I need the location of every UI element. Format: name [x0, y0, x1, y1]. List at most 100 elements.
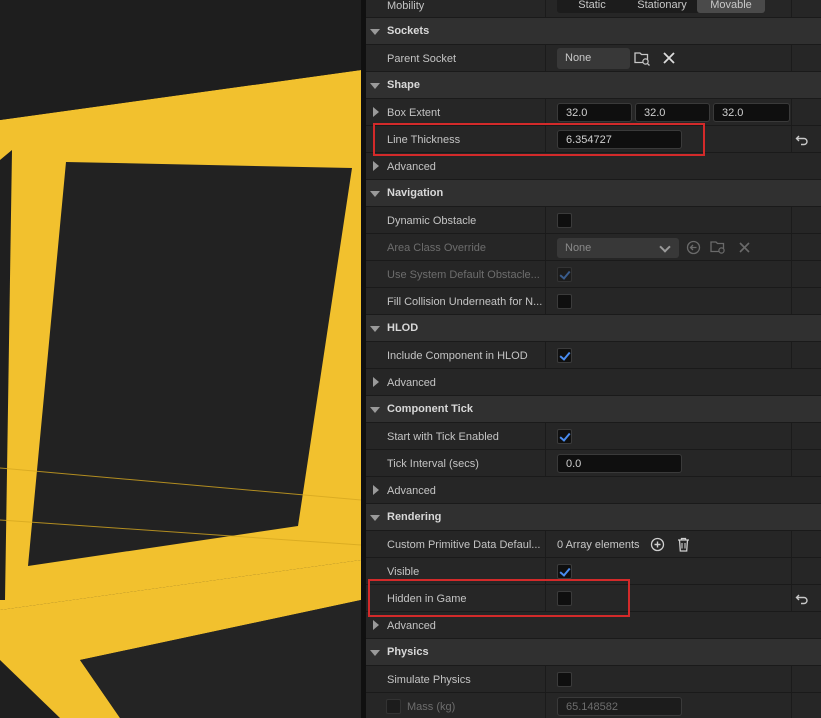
box-extent-z-input[interactable]: 32.0 — [713, 103, 790, 122]
area-class-dropdown[interactable]: None — [557, 238, 679, 258]
category-physics[interactable]: Physics — [366, 639, 821, 666]
collapse-arrow-icon — [370, 29, 380, 35]
category-component-tick[interactable]: Component Tick — [366, 396, 821, 423]
tick-interval-row: Tick Interval (secs) 0.0 — [366, 450, 821, 477]
mobility-static[interactable]: Static — [557, 0, 627, 13]
parent-socket-label: Parent Socket — [387, 53, 457, 65]
category-navigation[interactable]: Navigation — [366, 180, 821, 207]
viewport-scene — [0, 0, 361, 718]
area-class-value: None — [565, 242, 592, 254]
advanced-label: Advanced — [387, 620, 436, 632]
area-class-row: Area Class Override None — [366, 234, 821, 261]
details-panel: Mobility Static Stationary Movable Socke… — [366, 0, 821, 718]
category-rendering[interactable]: Rendering — [366, 504, 821, 531]
line-thickness-row: Line Thickness 6.354727 — [366, 126, 821, 153]
category-title: Sockets — [387, 25, 430, 37]
use-selected-icon[interactable] — [686, 240, 701, 255]
mobility-label: Mobility — [387, 0, 425, 12]
start-tick-checkbox[interactable] — [557, 429, 572, 444]
include-hlod-label: Include Component in HLOD — [387, 350, 528, 362]
collapse-arrow-icon — [370, 515, 380, 521]
start-tick-label: Start with Tick Enabled — [387, 431, 499, 443]
browse-folder-icon[interactable] — [710, 240, 727, 255]
dynamic-obstacle-checkbox[interactable] — [557, 213, 572, 228]
area-class-label: Area Class Override — [387, 242, 487, 254]
include-hlod-checkbox[interactable] — [557, 348, 572, 363]
collapse-arrow-icon — [370, 326, 380, 332]
browse-folder-icon[interactable] — [634, 51, 651, 66]
dynamic-obstacle-row: Dynamic Obstacle — [366, 207, 821, 234]
hidden-in-game-row: Hidden in Game — [366, 585, 821, 612]
category-title: HLOD — [387, 322, 419, 334]
mobility-toggle: Static Stationary Movable — [557, 0, 765, 13]
mobility-row: Mobility Static Stationary Movable — [366, 0, 821, 18]
category-hlod[interactable]: HLOD — [366, 315, 821, 342]
advanced-label: Advanced — [387, 161, 436, 173]
category-title: Navigation — [387, 187, 444, 199]
use-system-default-checkbox[interactable] — [557, 267, 572, 282]
hlod-advanced-row[interactable]: Advanced — [366, 369, 821, 396]
fill-collision-row: Fill Collision Underneath for N... — [366, 288, 821, 315]
collapse-arrow-icon — [370, 191, 380, 197]
mass-override-checkbox[interactable] — [386, 699, 401, 714]
category-title: Physics — [387, 646, 429, 658]
fill-collision-label: Fill Collision Underneath for N... — [387, 296, 543, 308]
category-title: Component Tick — [387, 403, 473, 415]
collapse-arrow-icon — [370, 83, 380, 89]
fill-collision-checkbox[interactable] — [557, 294, 572, 309]
tick-interval-label: Tick Interval (secs) — [387, 458, 479, 470]
expand-arrow-icon[interactable] — [373, 485, 379, 495]
tick-interval-input[interactable]: 0.0 — [557, 454, 682, 473]
mobility-movable[interactable]: Movable — [697, 0, 765, 13]
level-viewport[interactable] — [0, 0, 361, 718]
collapse-arrow-icon — [370, 650, 380, 656]
visible-label: Visible — [387, 566, 420, 578]
box-extent-row: Box Extent 32.0 32.0 32.0 — [366, 99, 821, 126]
visible-row: Visible — [366, 558, 821, 585]
clear-x-icon[interactable] — [663, 52, 675, 64]
visible-checkbox[interactable] — [557, 564, 572, 579]
simulate-physics-label: Simulate Physics — [387, 674, 471, 686]
parent-socket-field[interactable]: None — [557, 48, 630, 69]
category-title: Rendering — [387, 511, 442, 523]
hidden-in-game-checkbox[interactable] — [557, 591, 572, 606]
line-thickness-label: Line Thickness — [387, 134, 461, 146]
rendering-advanced-row[interactable]: Advanced — [366, 612, 821, 639]
category-sockets[interactable]: Sockets — [366, 18, 821, 45]
trash-icon[interactable] — [677, 537, 690, 552]
category-shape[interactable]: Shape — [366, 72, 821, 99]
include-hlod-row: Include Component in HLOD — [366, 342, 821, 369]
line-thickness-input[interactable]: 6.354727 — [557, 130, 682, 149]
advanced-label: Advanced — [387, 377, 436, 389]
array-elements-count: 0 Array elements — [557, 539, 640, 551]
advanced-label: Advanced — [387, 485, 436, 497]
clear-x-icon[interactable] — [739, 242, 750, 253]
add-element-icon[interactable] — [650, 537, 665, 552]
mass-input[interactable]: 65.148582 — [557, 697, 682, 716]
box-extent-label: Box Extent — [387, 107, 441, 119]
expand-arrow-icon[interactable] — [373, 377, 379, 387]
mass-label: Mass (kg) — [407, 701, 456, 713]
custom-primitive-label: Custom Primitive Data Defaul... — [387, 539, 541, 551]
start-tick-row: Start with Tick Enabled — [366, 423, 821, 450]
hidden-in-game-label: Hidden in Game — [387, 593, 467, 605]
mass-row: Mass (kg) 65.148582 — [366, 693, 821, 718]
simulate-physics-row: Simulate Physics — [366, 666, 821, 693]
expand-arrow-icon[interactable] — [373, 620, 379, 630]
box-extent-y-input[interactable]: 32.0 — [635, 103, 710, 122]
expand-arrow-icon[interactable] — [373, 161, 379, 171]
reset-to-default-icon[interactable] — [795, 133, 809, 147]
mobility-stationary[interactable]: Stationary — [627, 0, 697, 13]
use-system-default-row: Use System Default Obstacle... — [366, 261, 821, 288]
category-title: Shape — [387, 79, 421, 91]
parent-socket-row: Parent Socket None — [366, 45, 821, 72]
box-extent-x-input[interactable]: 32.0 — [557, 103, 632, 122]
collapse-arrow-icon — [370, 407, 380, 413]
expand-arrow-icon[interactable] — [373, 107, 379, 117]
simulate-physics-checkbox[interactable] — [557, 672, 572, 687]
tick-advanced-row[interactable]: Advanced — [366, 477, 821, 504]
shape-advanced-row[interactable]: Advanced — [366, 153, 821, 180]
reset-to-default-icon[interactable] — [795, 592, 809, 606]
use-system-default-label: Use System Default Obstacle... — [387, 269, 540, 281]
dynamic-obstacle-label: Dynamic Obstacle — [387, 215, 477, 227]
